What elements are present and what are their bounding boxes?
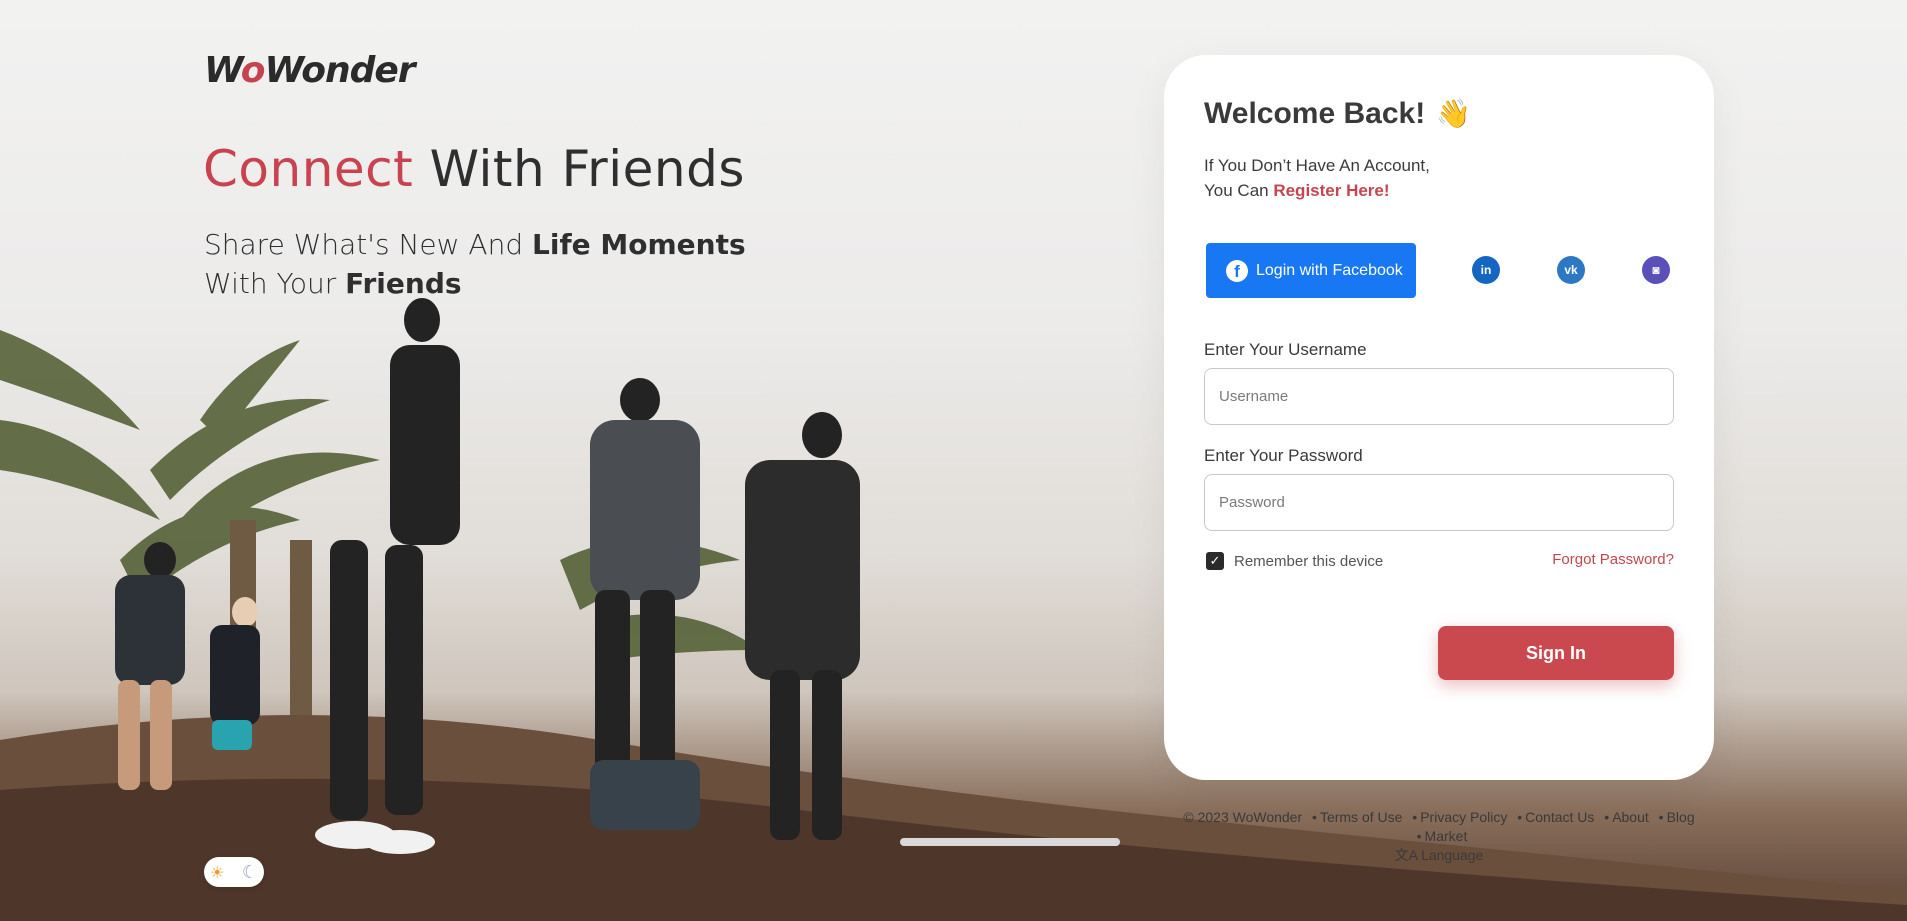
footer-copyright: © 2023 WoWonder — [1183, 809, 1303, 825]
logo-text-pre: W — [204, 50, 242, 91]
footer-link-privacy[interactable]: Privacy Policy — [1420, 809, 1507, 825]
theme-toggle[interactable]: ☀ ☾ — [204, 857, 264, 887]
facebook-icon: f — [1226, 259, 1248, 282]
sign-in-button[interactable]: Sign In — [1438, 626, 1674, 680]
footer-separator: • — [1658, 809, 1664, 825]
password-input[interactable] — [1204, 474, 1674, 531]
footer-link-blog[interactable]: Blog — [1667, 809, 1695, 825]
desc-line2: You Can — [1204, 181, 1274, 200]
social-login-row: f Login with Facebook in vk ◙ — [1206, 243, 1676, 298]
footer-separator: • — [1412, 809, 1418, 825]
footer-separator: • — [1416, 828, 1422, 844]
footer-link-terms[interactable]: Terms of Use — [1320, 809, 1402, 825]
moon-icon: ☾ — [241, 861, 258, 883]
login-card: Welcome Back! 👋 If You Don’t Have An Acc… — [1164, 55, 1714, 780]
vk-icon[interactable]: vk — [1557, 256, 1585, 284]
sun-icon: ☀ — [210, 862, 225, 882]
logo-text-post: Wonder — [264, 50, 415, 91]
facebook-login-button[interactable]: f Login with Facebook — [1206, 243, 1416, 298]
desc-line1: If You Don’t Have An Account, — [1204, 156, 1430, 175]
card-title: Welcome Back! — [1204, 97, 1426, 130]
brand-logo[interactable]: WoWonder — [204, 50, 416, 91]
hero-sub-bold1: Life Moments — [532, 228, 746, 261]
discord-icon[interactable]: ◙ — [1642, 256, 1670, 284]
footer-link-contact[interactable]: Contact Us — [1525, 809, 1594, 825]
hero-title: Connect With Friends — [203, 140, 745, 198]
remember-device[interactable]: ✓ Remember this device — [1206, 552, 1383, 570]
language-label: Language — [1421, 847, 1484, 863]
logo-text-o: o — [240, 50, 266, 91]
footer-separator: • — [1312, 809, 1317, 825]
facebook-login-label: Login with Facebook — [1256, 261, 1403, 279]
password-label: Enter Your Password — [1204, 446, 1363, 465]
remember-checkbox[interactable]: ✓ — [1206, 552, 1224, 570]
footer-separator: • — [1517, 809, 1523, 825]
hero-sub-bold2: Friends — [345, 267, 462, 300]
wave-icon: 👋 — [1436, 97, 1471, 130]
language-icon: 文A — [1394, 847, 1418, 863]
hero-sub-part1: Share What's New And — [204, 228, 533, 261]
forgot-password-link[interactable]: Forgot Password? — [1552, 551, 1674, 568]
remember-label: Remember this device — [1234, 552, 1384, 570]
linkedin-icon[interactable]: in — [1472, 256, 1500, 284]
footer-separator: • — [1604, 809, 1610, 825]
username-input[interactable] — [1204, 368, 1674, 425]
card-description: If You Don’t Have An Account, You Can Re… — [1204, 153, 1430, 203]
hero-sub-part2: With Your — [204, 267, 346, 300]
footer: © 2023 WoWonder • Terms of Use • Privacy P… — [1164, 808, 1714, 865]
hero-title-accent: Connect — [203, 140, 414, 198]
hero-subtitle: Share What's New And Life Moments With Y… — [204, 225, 794, 303]
footer-link-market[interactable]: Market — [1425, 828, 1468, 844]
register-link[interactable]: Register Here! — [1273, 181, 1389, 200]
language-selector[interactable]: 文A Language — [1164, 846, 1714, 865]
footer-link-about[interactable]: About — [1612, 809, 1649, 825]
username-label: Enter Your Username — [1204, 340, 1367, 359]
hero-title-rest: With Friends — [413, 140, 745, 198]
